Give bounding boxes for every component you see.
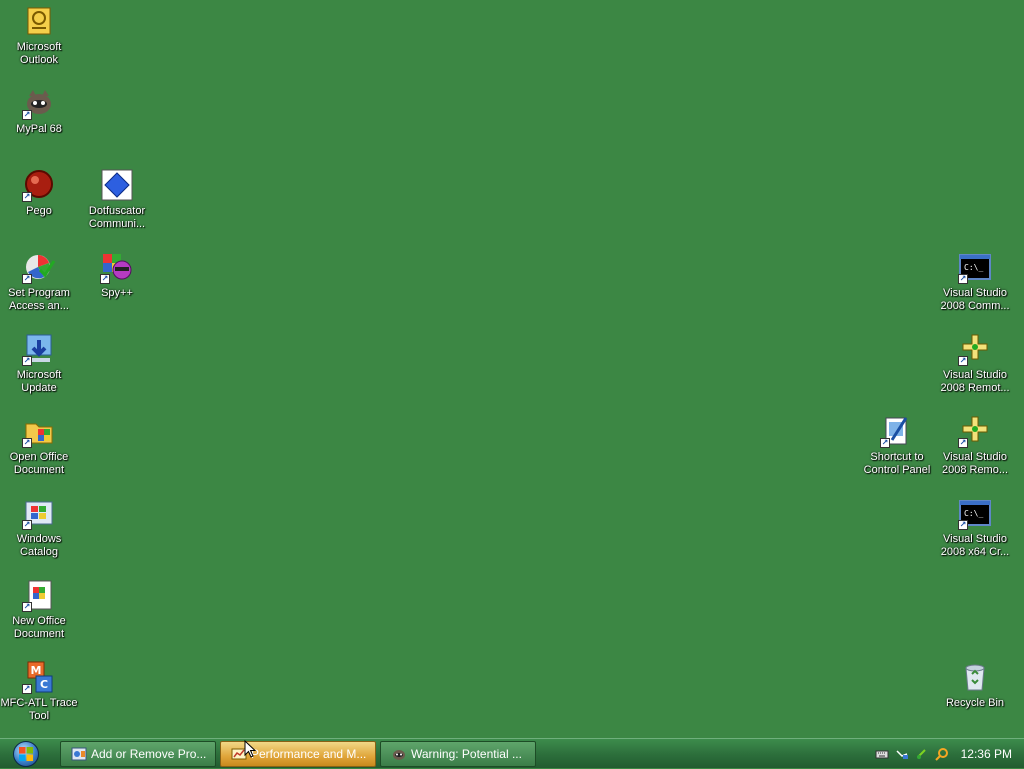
- network-icon[interactable]: [895, 747, 909, 761]
- icon-label: New Office Document: [12, 615, 66, 640]
- mouse-cursor-icon: [244, 740, 256, 758]
- recycle-bin-icon: [958, 660, 992, 694]
- shortcut-arrow-icon: ↗: [100, 274, 110, 284]
- start-button[interactable]: [2, 740, 50, 768]
- svg-text:C: C: [40, 678, 48, 691]
- desktop-icon-pego[interactable]: ↗ Pego: [0, 168, 78, 218]
- shortcut-arrow-icon: ↗: [958, 274, 968, 284]
- desktop-icon-dotfuscator[interactable]: Dotfuscator Communi...: [78, 168, 156, 231]
- svg-text:M: M: [31, 664, 42, 677]
- icon-label: Visual Studio 2008 Remot...: [940, 369, 1010, 394]
- svg-text:C:\_: C:\_: [964, 263, 983, 272]
- desktop-icon-vs2008-x64-cross-tools[interactable]: C:\_ ↗ Visual Studio 2008 x64 Cr...: [936, 496, 1014, 559]
- search-icon[interactable]: [934, 747, 949, 761]
- shortcut-arrow-icon: ↗: [22, 602, 32, 612]
- remote-debugger-icon: ↗: [958, 332, 992, 366]
- remote-debugger-icon: ↗: [958, 414, 992, 448]
- desktop-icon-spy[interactable]: ↗ Spy++: [78, 250, 156, 300]
- task-label: Warning: Potential ...: [411, 747, 522, 761]
- icon-label: Recycle Bin: [945, 697, 1005, 709]
- shortcut-arrow-icon: ↗: [958, 520, 968, 530]
- desktop-icon-open-office-document[interactable]: ↗ Open Office Document: [0, 414, 78, 477]
- icon-label: Windows Catalog: [16, 533, 62, 558]
- desktop-icon-microsoft-outlook[interactable]: Microsoft Outlook: [0, 4, 78, 67]
- svg-text:C:\_: C:\_: [964, 509, 983, 518]
- icon-label: MyPal 68: [16, 123, 62, 135]
- shortcut-arrow-icon: ↗: [958, 356, 968, 366]
- taskbar-button-add-remove-programs[interactable]: Add or Remove Pro...: [60, 741, 216, 767]
- icon-label: Visual Studio 2008 Remo...: [941, 451, 1009, 476]
- desktop: Microsoft Outlook ↗ MyPal 68 ↗ Pego Dotf…: [0, 0, 1024, 738]
- open-office-document-icon: ↗: [22, 414, 56, 448]
- shortcut-arrow-icon: ↗: [22, 110, 32, 120]
- desktop-icon-new-office-document[interactable]: ↗ New Office Document: [0, 578, 78, 641]
- desktop-icon-windows-catalog[interactable]: ↗ Windows Catalog: [0, 496, 78, 559]
- clock[interactable]: 12:36 PM: [961, 747, 1012, 761]
- icon-label: Microsoft Update: [16, 369, 62, 394]
- shortcut-arrow-icon: ↗: [22, 274, 32, 284]
- spy-icon: ↗: [100, 250, 134, 284]
- icon-label: Visual Studio 2008 Comm...: [940, 287, 1010, 312]
- icon-label: Dotfuscator Communi...: [88, 205, 146, 230]
- windows-logo-icon: [13, 741, 39, 767]
- shortcut-arrow-icon: ↗: [880, 438, 890, 448]
- task-label: Add or Remove Pro...: [91, 747, 207, 761]
- new-office-document-icon: ↗: [22, 578, 56, 612]
- command-prompt-icon: C:\_ ↗: [958, 496, 992, 530]
- icon-label: Shortcut to Control Panel: [863, 451, 931, 476]
- system-tray: 12:36 PM: [864, 739, 1024, 769]
- icon-label: Set Program Access an...: [8, 287, 70, 312]
- keyboard-icon[interactable]: [875, 747, 889, 761]
- set-program-access-icon: ↗: [22, 250, 56, 284]
- shortcut-arrow-icon: ↗: [958, 438, 968, 448]
- add-remove-programs-icon: [71, 747, 87, 761]
- icon-label: MFC-ATL Trace Tool: [0, 697, 78, 722]
- dotfuscator-icon: [100, 168, 134, 202]
- control-panel-icon: ↗: [880, 414, 914, 448]
- desktop-icon-set-program-access[interactable]: ↗ Set Program Access an...: [0, 250, 78, 313]
- shortcut-arrow-icon: ↗: [22, 356, 32, 366]
- outlook-icon: [22, 4, 56, 38]
- icon-label: Microsoft Outlook: [16, 41, 62, 66]
- desktop-icon-recycle-bin[interactable]: Recycle Bin: [936, 660, 1014, 710]
- icon-label: Pego: [26, 205, 52, 217]
- safely-remove-hardware-icon[interactable]: [915, 747, 929, 761]
- desktop-icon-mfc-atl-trace-tool[interactable]: MC ↗ MFC-ATL Trace Tool: [0, 660, 78, 723]
- mfc-atl-trace-icon: MC ↗: [22, 660, 56, 694]
- taskbar: Add or Remove Pro... Performance and M..…: [0, 738, 1024, 768]
- icon-label: Open Office Document: [9, 451, 69, 476]
- shortcut-arrow-icon: ↗: [22, 520, 32, 530]
- taskbar-button-warning-potential[interactable]: Warning: Potential ...: [380, 741, 536, 767]
- shortcut-arrow-icon: ↗: [22, 438, 32, 448]
- command-prompt-icon: C:\_ ↗: [958, 250, 992, 284]
- windows-catalog-icon: ↗: [22, 496, 56, 530]
- task-label: Performance and M...: [251, 747, 367, 761]
- raccoon-icon: ↗: [22, 86, 56, 120]
- desktop-icon-vs2008-remote-debugger-2[interactable]: ↗ Visual Studio 2008 Remo...: [936, 414, 1014, 477]
- update-icon: ↗: [22, 332, 56, 366]
- shortcut-arrow-icon: ↗: [22, 684, 32, 694]
- desktop-icon-shortcut-control-panel[interactable]: ↗ Shortcut to Control Panel: [858, 414, 936, 477]
- desktop-icon-microsoft-update[interactable]: ↗ Microsoft Update: [0, 332, 78, 395]
- desktop-icon-vs2008-command-prompt[interactable]: C:\_ ↗ Visual Studio 2008 Comm...: [936, 250, 1014, 313]
- desktop-icon-vs2008-remote-debugger[interactable]: ↗ Visual Studio 2008 Remot...: [936, 332, 1014, 395]
- pego-icon: ↗: [22, 168, 56, 202]
- shortcut-arrow-icon: ↗: [22, 192, 32, 202]
- desktop-icon-mypal[interactable]: ↗ MyPal 68: [0, 86, 78, 136]
- icon-label: Spy++: [101, 287, 133, 299]
- raccoon-icon: [393, 750, 405, 760]
- icon-label: Visual Studio 2008 x64 Cr...: [940, 533, 1010, 558]
